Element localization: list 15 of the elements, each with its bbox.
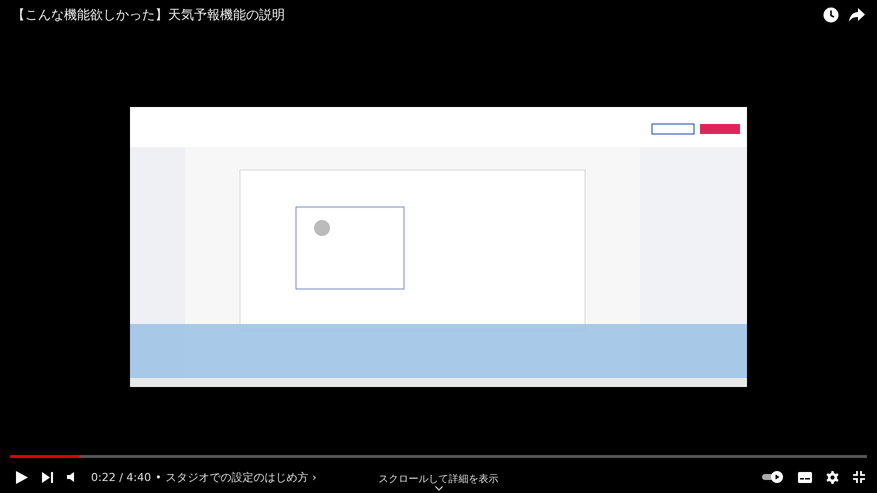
- exit-fullscreen-icon[interactable]: [853, 471, 865, 483]
- chapter-link[interactable]: スタジオでの設定のはじめ方 ›: [166, 470, 317, 484]
- next-icon[interactable]: [42, 472, 53, 482]
- scroll-hint: スクロールして詳細を表示: [378, 472, 498, 486]
- clock-icon[interactable]: [823, 7, 839, 23]
- subtitles-icon[interactable]: [798, 472, 812, 482]
- time-display: 0:22 / 4:40: [91, 470, 152, 484]
- video-title: 【こんな機能欲しかった】天気予報機能の説明: [12, 7, 286, 24]
- autoplay-toggle[interactable]: [762, 471, 784, 483]
- chevron-down-icon: [434, 486, 442, 491]
- settings-icon[interactable]: [826, 470, 839, 484]
- play-icon[interactable]: [16, 470, 28, 484]
- separator-dot: •: [155, 470, 162, 484]
- volume-icon[interactable]: [67, 472, 77, 482]
- share-icon[interactable]: [849, 8, 865, 22]
